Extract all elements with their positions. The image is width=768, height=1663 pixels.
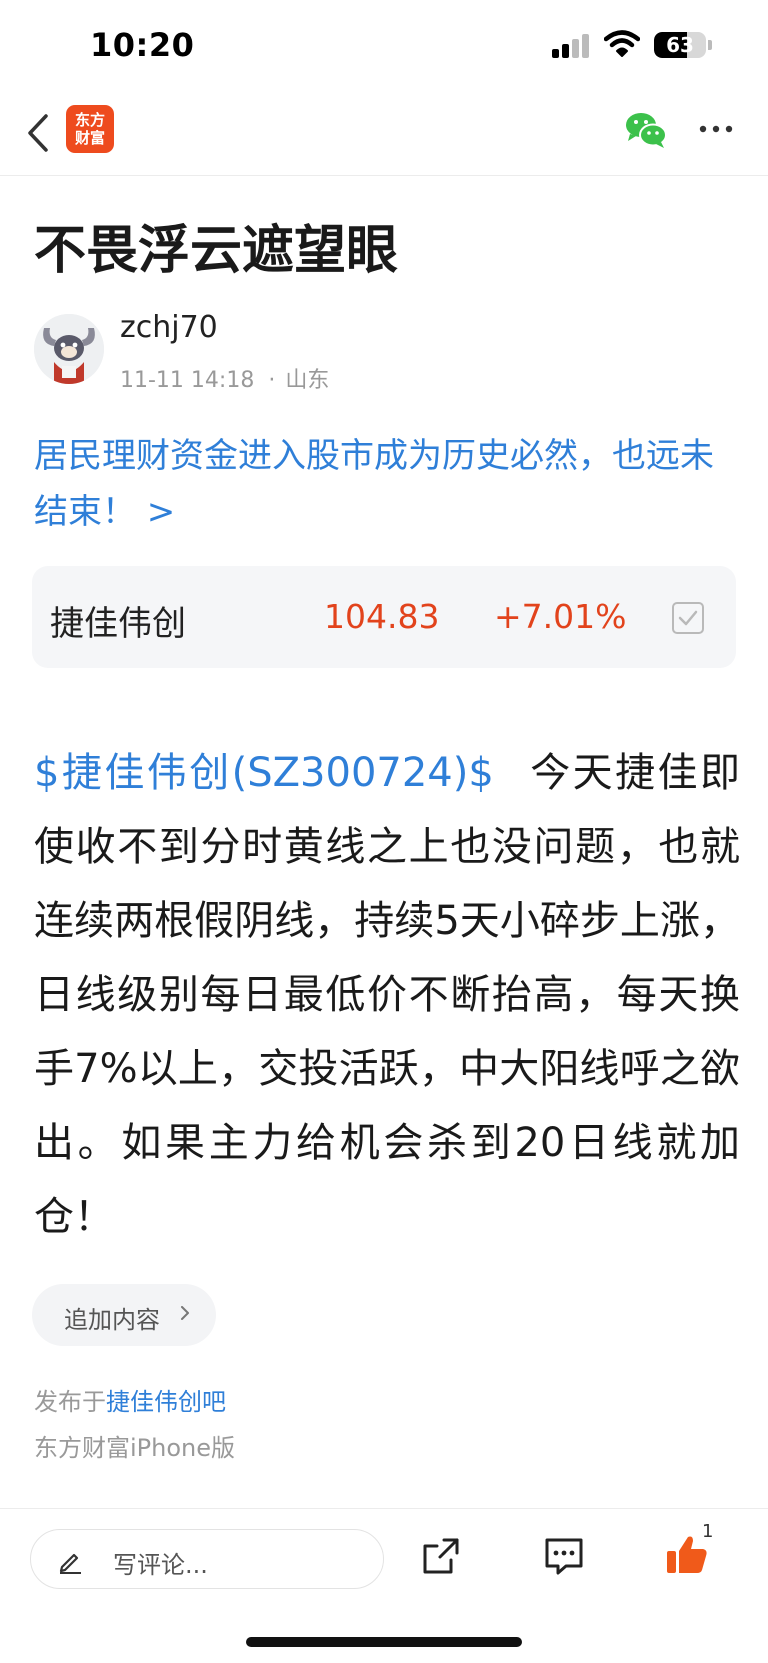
post-platform: 东方财富iPhone版 [34, 1434, 236, 1462]
comment-placeholder: 写评论... [113, 1551, 208, 1579]
share-icon [423, 1538, 459, 1574]
avatar[interactable] [34, 314, 104, 384]
stock-name: 捷佳伟创 [50, 604, 186, 644]
stock-price: 104.83 [324, 597, 440, 636]
nav-bar: 东方 财富 [0, 90, 768, 176]
published-in: 发布于捷佳伟创吧 [34, 1382, 226, 1417]
post-meta: 11-11 14:18 · 山东 [120, 362, 329, 394]
chevron-right-icon [181, 1306, 189, 1320]
status-time: 10:20 [90, 26, 195, 64]
avatar-image [34, 314, 104, 384]
post-location: 山东 [285, 368, 330, 393]
wechat-share-button[interactable] [624, 110, 668, 150]
like-count: 1 [702, 1521, 714, 1542]
meta-separator: · [268, 368, 276, 393]
bottom-bar: 写评论... 1 [0, 1508, 768, 1663]
back-button[interactable] [20, 108, 60, 158]
add-watchlist-checkbox[interactable] [672, 602, 704, 634]
comment-bubble-icon [545, 1538, 583, 1575]
wechat-icon [626, 113, 667, 148]
stock-bar-link[interactable]: 捷佳伟创吧 [106, 1388, 226, 1416]
post-timestamp: 11-11 14:18 [120, 368, 255, 393]
cellular-signal-icon [552, 34, 592, 58]
chevron-left-icon [28, 114, 48, 152]
comment-input[interactable]: 写评论... [30, 1529, 384, 1589]
more-button[interactable] [696, 116, 736, 142]
status-bar: 10:20 63 [0, 0, 768, 90]
battery-icon: 63 [654, 32, 706, 58]
checkmark-icon [678, 610, 698, 626]
battery-cap [708, 40, 712, 50]
post-title: 不畏浮云遮望眼 [34, 221, 399, 281]
add-content-button[interactable]: 追加内容 [32, 1284, 216, 1346]
post-body-text: 今天捷佳即使收不到分时黄线之上也没问题，也就连续两根假阴线，持续5天小碎步上涨，… [34, 750, 740, 1240]
promo-link[interactable]: 居民理财资金进入股市成为历史必然，也远未结束！ > [34, 428, 740, 540]
battery-level: 63 [666, 33, 694, 57]
author-name[interactable]: zchj70 [120, 310, 218, 345]
add-content-label: 追加内容 [64, 1306, 160, 1334]
published-prefix: 发布于 [34, 1388, 106, 1416]
wifi-icon [603, 30, 641, 58]
share-button[interactable] [420, 1535, 462, 1577]
post-body: $捷佳伟创(SZ300724)$ 今天捷佳即使收不到分时黄线之上也没问题，也就连续… [34, 736, 740, 1254]
pen-icon [59, 1553, 81, 1574]
stock-quote-card[interactable]: 捷佳伟创 104.83 +7.01% [32, 566, 736, 668]
more-dots-icon [699, 125, 733, 133]
eastmoney-logo[interactable]: 东方 财富 [66, 105, 114, 153]
stock-tag-link[interactable]: $捷佳伟创(SZ300724)$ [34, 750, 494, 796]
stock-change: +7.01% [494, 597, 627, 636]
comments-button[interactable] [542, 1535, 586, 1577]
home-indicator [246, 1637, 522, 1647]
